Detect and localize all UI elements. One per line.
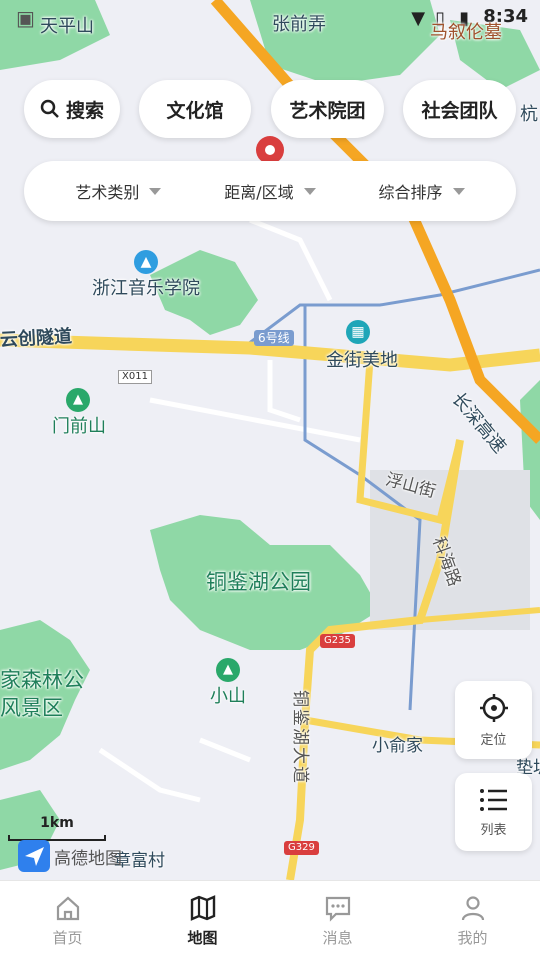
bottom-nav: 首页 地图 消息 我的 <box>0 880 540 960</box>
map-label-majiu: 马叙伦墓 <box>430 22 502 43</box>
map-label-tongjian-ave: 铜鉴湖大道 <box>290 690 310 785</box>
map-label-tongjian-park: 铜鉴湖公园 <box>206 570 311 594</box>
mountain-icon[interactable]: ▲ <box>216 658 240 682</box>
filter-distance-area-label: 距离/区域 <box>224 183 294 202</box>
amap-logo-icon <box>18 840 50 872</box>
map-label-menqian: 门前山 <box>52 416 106 437</box>
chip-social-team-label: 社会团队 <box>421 99 498 122</box>
amap-logo: 高德地图 <box>18 840 122 872</box>
nav-messages[interactable]: 消息 <box>270 881 405 960</box>
nav-home[interactable]: 首页 <box>0 881 135 960</box>
map-scale: 1km <box>8 815 106 841</box>
list-button[interactable]: 列表 <box>455 773 532 851</box>
building-icon[interactable]: ▦ <box>346 320 370 344</box>
gallery-icon: ▣ <box>16 6 35 30</box>
list-button-label: 列表 <box>480 822 507 838</box>
home-icon <box>56 896 79 920</box>
filter-sort[interactable]: 综合排序 <box>379 179 465 203</box>
chip-culture-center[interactable]: 文化馆 <box>139 80 251 138</box>
nav-profile[interactable]: 我的 <box>405 881 540 960</box>
filter-art-category-label: 艺术类别 <box>75 183 140 202</box>
filter-bar: 艺术类别 距离/区域 综合排序 <box>24 161 516 221</box>
profile-icon <box>461 895 484 920</box>
search-chip[interactable]: 搜索 <box>24 80 120 138</box>
school-icon[interactable]: ▲ <box>134 250 158 274</box>
map-label-forest1: 家森林公 <box>0 668 84 692</box>
map-label-xiaoshan: 小山 <box>210 686 246 707</box>
chip-culture-center-label: 文化馆 <box>166 99 224 122</box>
filter-sort-label: 综合排序 <box>378 183 443 202</box>
map-scale-label: 1km <box>40 815 74 831</box>
map-label-conservatory: 浙江音乐学院 <box>92 278 200 299</box>
map-label-g235: G235 <box>320 634 355 648</box>
filter-art-category[interactable]: 艺术类别 <box>75 179 162 203</box>
nav-profile-label: 我的 <box>457 928 488 947</box>
map-label-tunnel: 云创隧道 <box>0 326 73 351</box>
chip-art-troupe-label: 艺术院团 <box>289 99 366 122</box>
mountain-icon[interactable]: ▲ <box>66 388 90 412</box>
map-label-forest2: 风景区 <box>0 696 63 720</box>
map-label-jinjie: 金街美地 <box>326 350 398 371</box>
message-icon <box>325 896 350 922</box>
chip-art-troupe[interactable]: 艺术院团 <box>271 80 384 138</box>
chip-social-team[interactable]: 社会团队 <box>403 80 516 138</box>
map-label-xiaoyu: 小俞家 <box>372 736 423 756</box>
map-label-hang: 杭 <box>520 104 538 125</box>
list-icon <box>479 788 507 811</box>
wifi-icon: ▼ <box>411 7 426 29</box>
locate-icon <box>479 693 508 722</box>
search-icon <box>40 99 59 118</box>
nav-map[interactable]: 地图 <box>135 881 270 960</box>
nav-home-label: 首页 <box>52 928 83 947</box>
map-label-tianping: 天平山 <box>40 16 94 37</box>
caret-down-icon <box>452 187 465 195</box>
search-chip-label: 搜索 <box>65 99 104 122</box>
locate-button-label: 定位 <box>480 732 507 748</box>
map-label-x011: X011 <box>118 370 152 384</box>
caret-down-icon <box>149 187 162 195</box>
map-label-line6: 6号线 <box>254 330 294 346</box>
caret-down-icon <box>303 187 316 195</box>
locate-button[interactable]: 定位 <box>455 681 532 759</box>
map-view[interactable]: ▣ ▼ ▯ ▮ 8:34 天平山 张前弄 马叙伦墓 杭 浙江音乐学院 云创隧道 … <box>0 0 540 880</box>
map-label-g329: G329 <box>284 841 319 855</box>
filter-distance-area[interactable]: 距离/区域 <box>224 179 316 203</box>
amap-logo-text: 高德地图 <box>54 848 122 869</box>
map-label-zhangqian: 张前弄 <box>272 14 326 35</box>
map-icon <box>190 894 215 921</box>
nav-map-label: 地图 <box>187 928 218 947</box>
nav-messages-label: 消息 <box>322 928 353 947</box>
